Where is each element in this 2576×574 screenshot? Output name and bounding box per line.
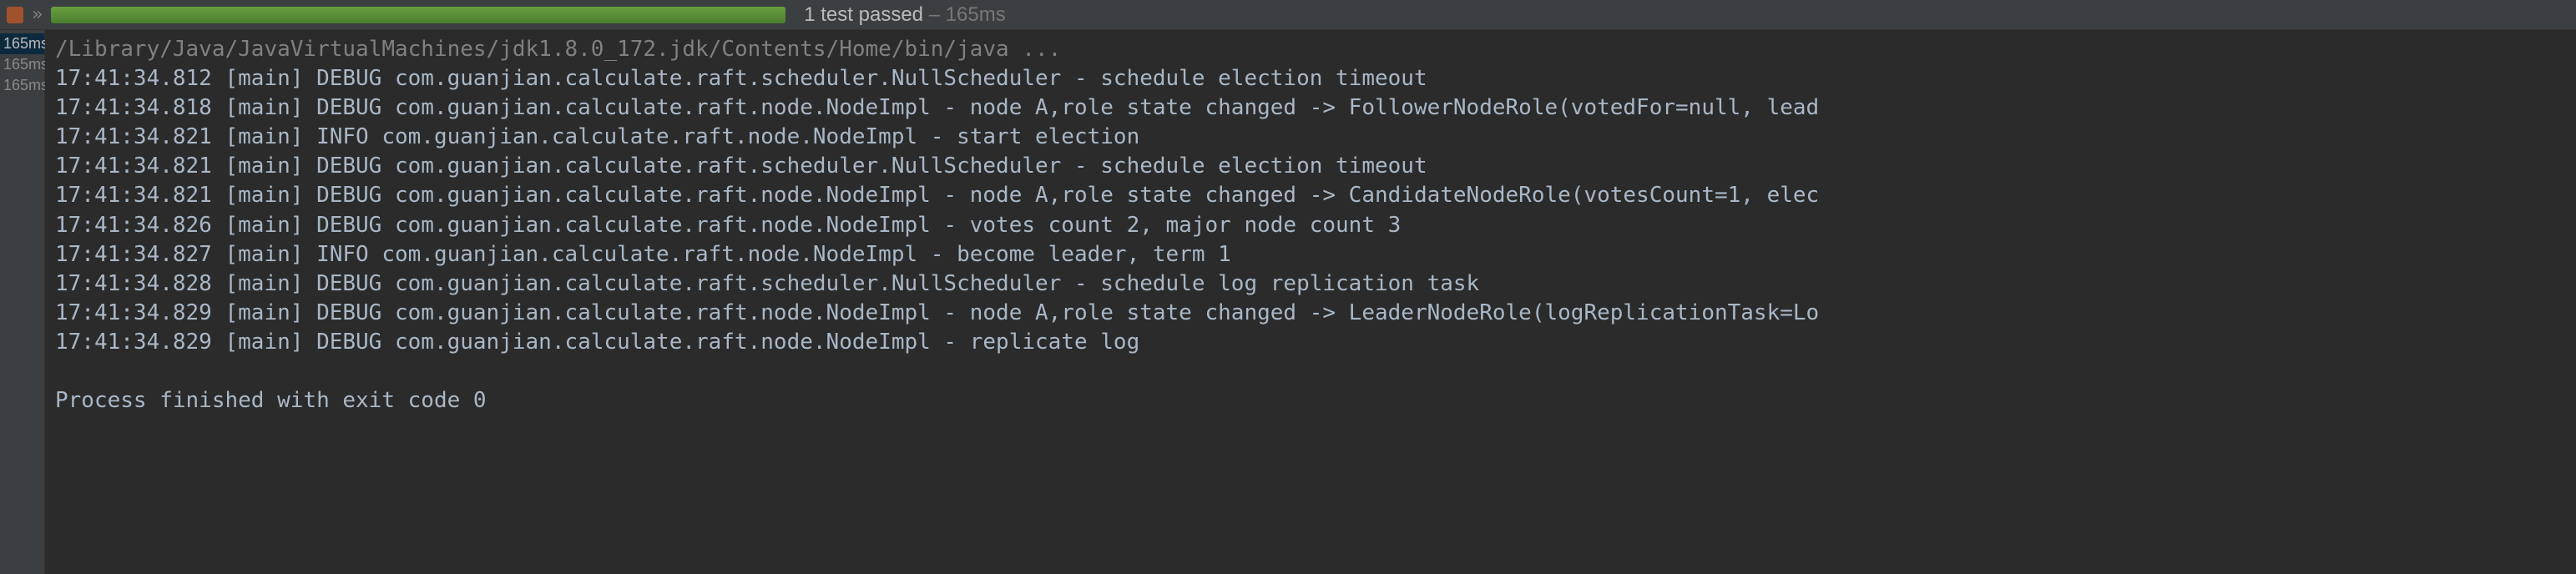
test-duration-badge[interactable]: 165ms — [0, 54, 44, 75]
console-output[interactable]: /Library/Java/JavaVirtualMachines/jdk1.8… — [45, 30, 2576, 574]
log-line: 17:41:34.829 [main] DEBUG com.guanjian.c… — [55, 299, 2566, 328]
log-line: 17:41:34.828 [main] DEBUG com.guanjian.c… — [55, 269, 2566, 299]
test-status-text: 1 test passed – 165ms — [804, 3, 1006, 27]
test-tree-sidebar: 165ms 165ms 165ms — [0, 30, 45, 574]
log-line: 17:41:34.827 [main] INFO com.guanjian.ca… — [55, 240, 2566, 269]
log-line: 17:41:34.812 [main] DEBUG com.guanjian.c… — [55, 64, 2566, 93]
process-exit-line: Process finished with exit code 0 — [55, 386, 2566, 415]
test-duration-badge[interactable]: 165ms — [0, 75, 44, 96]
command-line: /Library/Java/JavaVirtualMachines/jdk1.8… — [55, 35, 2566, 64]
test-duration-badge[interactable]: 165ms — [0, 33, 44, 54]
test-progress-fill — [51, 7, 785, 23]
test-tab-icon[interactable] — [7, 7, 23, 23]
log-line: 17:41:34.821 [main] DEBUG com.guanjian.c… — [55, 181, 2566, 210]
expand-chevrons-icon[interactable]: » — [32, 4, 43, 25]
main-area: 165ms 165ms 165ms /Library/Java/JavaVirt… — [0, 30, 2576, 574]
test-pass-count: 1 test passed — [804, 3, 923, 26]
status-bar: » 1 test passed – 165ms — [0, 0, 2576, 30]
log-line: 17:41:34.821 [main] INFO com.guanjian.ca… — [55, 123, 2566, 152]
log-line: 17:41:34.826 [main] DEBUG com.guanjian.c… — [55, 211, 2566, 240]
log-line: 17:41:34.829 [main] DEBUG com.guanjian.c… — [55, 328, 2566, 357]
log-line: 17:41:34.821 [main] DEBUG com.guanjian.c… — [55, 152, 2566, 181]
test-elapsed-time: – 165ms — [929, 3, 1006, 26]
log-line: 17:41:34.818 [main] DEBUG com.guanjian.c… — [55, 93, 2566, 123]
test-progress-bar — [51, 7, 785, 23]
blank-line — [55, 357, 2566, 386]
